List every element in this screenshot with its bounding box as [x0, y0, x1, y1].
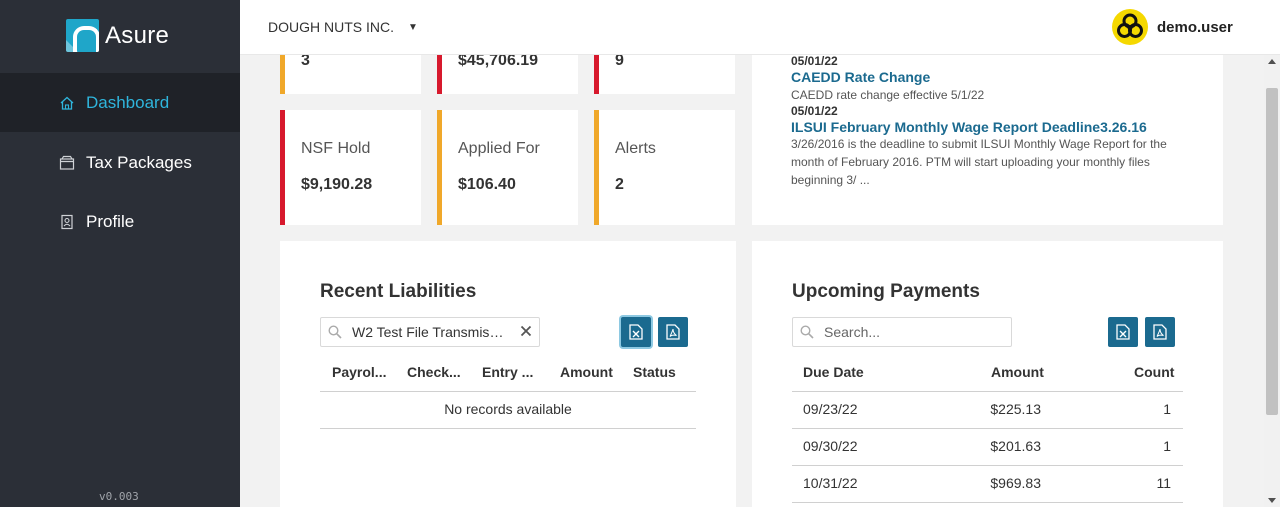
- scroll-up-arrow-icon[interactable]: [1268, 59, 1276, 64]
- user-menu[interactable]: demo.user: [1112, 9, 1233, 45]
- pdf-file-icon: [666, 324, 680, 340]
- liabilities-search-input[interactable]: W2 Test File Transmission: [320, 317, 540, 347]
- panel-title: Upcoming Payments: [792, 281, 980, 302]
- username: demo.user: [1157, 18, 1233, 36]
- column-header[interactable]: Entry ...: [482, 364, 533, 380]
- cell-due-date: 09/30/22: [803, 438, 858, 454]
- cell-due-date: 10/31/22: [803, 475, 858, 491]
- stat-label: Alerts: [615, 140, 656, 157]
- recent-liabilities-panel: Recent Liabilities W2 Test File Transmis…: [280, 241, 736, 507]
- table-divider: [792, 428, 1183, 429]
- news-title-link[interactable]: ILSUI February Monthly Wage Report Deadl…: [791, 119, 1147, 135]
- sidebar-item-dashboard[interactable]: Dashboard: [0, 73, 240, 132]
- export-excel-button[interactable]: [1108, 317, 1138, 347]
- version-label: v0.003: [99, 490, 139, 503]
- id-badge-icon: [59, 214, 75, 230]
- sidebar-item-profile[interactable]: Profile: [0, 192, 240, 251]
- cell-amount: $969.83: [990, 475, 1041, 491]
- search-icon: [328, 325, 342, 339]
- pdf-file-icon: [1153, 324, 1167, 340]
- stat-card: $45,706.19: [437, 52, 578, 94]
- stat-card-applied-for[interactable]: Applied For $106.40: [437, 110, 578, 225]
- biohazard-icon: [1112, 9, 1148, 45]
- news-description: CAEDD rate change effective 5/1/22: [791, 88, 985, 102]
- column-header[interactable]: Check...: [407, 364, 461, 380]
- excel-file-icon: [1116, 324, 1130, 340]
- export-excel-button[interactable]: [621, 317, 651, 347]
- panel-title: Recent Liabilities: [320, 281, 477, 302]
- stat-card: 9: [594, 52, 735, 94]
- page-scrollbar[interactable]: [1264, 55, 1280, 507]
- sidebar-item-label: Profile: [86, 211, 135, 231]
- stat-label: NSF Hold: [301, 140, 371, 157]
- asure-logo-mark: [66, 19, 99, 52]
- stat-label: Applied For: [458, 140, 540, 157]
- table-divider: [320, 391, 696, 392]
- empty-message: No records available: [444, 401, 572, 417]
- sidebar-item-label: Tax Packages: [86, 152, 192, 172]
- scroll-down-arrow-icon[interactable]: [1268, 498, 1276, 503]
- table-divider: [792, 391, 1183, 392]
- table-divider: [792, 502, 1183, 503]
- scrollbar-thumb[interactable]: [1266, 88, 1278, 415]
- home-icon: [59, 95, 75, 111]
- upcoming-payments-panel: Upcoming Payments Due Date Amount Count …: [752, 241, 1223, 507]
- column-header-due-date[interactable]: Due Date: [803, 364, 864, 380]
- column-header-amount[interactable]: Amount: [991, 364, 1044, 380]
- column-header-count[interactable]: Count: [1134, 364, 1174, 380]
- logo-text: Asure: [105, 21, 170, 49]
- excel-file-icon: [629, 324, 643, 340]
- sidebar: Asure Dashboard Tax Packages Profile v0.…: [0, 0, 240, 507]
- company-name: DOUGH NUTS INC.: [268, 19, 394, 35]
- package-icon: [59, 155, 75, 171]
- cell-count: 11: [1156, 475, 1171, 491]
- search-icon: [800, 325, 814, 339]
- cell-count: 1: [1163, 401, 1171, 417]
- asure-logo[interactable]: Asure: [66, 19, 169, 52]
- top-header: DOUGH NUTS INC. ▼ demo.user: [240, 0, 1280, 55]
- cell-amount: $225.13: [990, 401, 1041, 417]
- table-divider: [320, 428, 696, 429]
- table-divider: [792, 465, 1183, 466]
- clear-icon[interactable]: [519, 324, 533, 338]
- stat-card-nsf-hold[interactable]: NSF Hold $9,190.28: [280, 110, 421, 225]
- export-pdf-button[interactable]: [658, 317, 688, 347]
- news-description: 3/26/2016 is the deadline to submit ILSU…: [791, 137, 1167, 187]
- search-field[interactable]: [824, 324, 994, 340]
- sidebar-item-tax-packages[interactable]: Tax Packages: [0, 133, 240, 192]
- column-header[interactable]: Payrol...: [332, 364, 386, 380]
- stat-value: $106.40: [458, 176, 516, 193]
- news-date: 05/01/22: [791, 54, 838, 68]
- cell-due-date: 09/23/22: [803, 401, 858, 417]
- payments-search-input[interactable]: [792, 317, 1012, 347]
- stat-card-alerts[interactable]: Alerts 2: [594, 110, 735, 225]
- column-header[interactable]: Amount: [560, 364, 613, 380]
- column-header[interactable]: Status: [633, 364, 676, 380]
- stat-card: 3: [280, 52, 421, 94]
- cell-amount: $201.63: [990, 438, 1041, 454]
- export-pdf-button[interactable]: [1145, 317, 1175, 347]
- stat-value: $9,190.28: [301, 176, 373, 193]
- caret-down-icon: ▼: [408, 21, 418, 33]
- company-selector[interactable]: DOUGH NUTS INC. ▼: [268, 19, 418, 35]
- news-title-link[interactable]: CAEDD Rate Change: [791, 69, 930, 85]
- sidebar-item-label: Dashboard: [86, 92, 170, 112]
- cell-count: 1: [1163, 438, 1171, 454]
- news-date: 05/01/22: [791, 104, 838, 118]
- stat-value: 2: [615, 176, 624, 193]
- news-panel: 05/01/22 CAEDD Rate Change CAEDD rate ch…: [752, 54, 1223, 225]
- search-value: W2 Test File Transmission: [352, 324, 507, 340]
